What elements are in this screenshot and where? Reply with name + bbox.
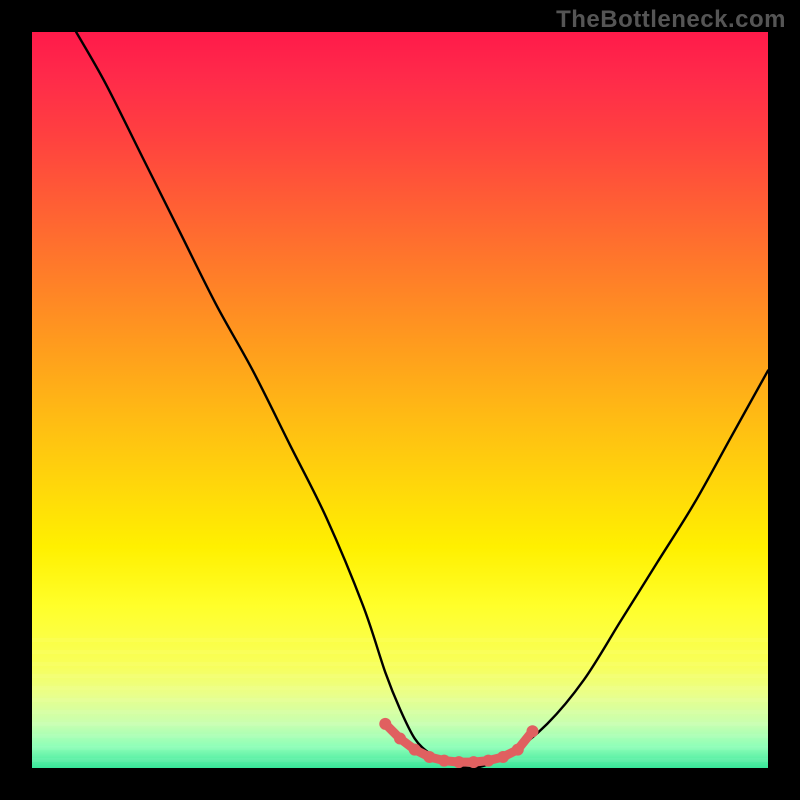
red-marker	[423, 751, 435, 763]
bottom-bands	[32, 638, 768, 768]
red-marker	[497, 751, 509, 763]
red-marker	[453, 756, 465, 768]
curve-layer	[32, 32, 768, 768]
red-marker	[394, 733, 406, 745]
plot-area	[32, 32, 768, 768]
red-marker-line	[385, 724, 532, 762]
red-marker-group	[379, 718, 538, 768]
red-marker	[438, 755, 450, 767]
red-marker	[409, 744, 421, 756]
chart-container: TheBottleneck.com	[0, 0, 800, 800]
red-marker	[482, 755, 494, 767]
red-marker	[468, 756, 480, 768]
black-curve	[76, 32, 768, 768]
red-marker	[512, 744, 524, 756]
red-marker	[379, 718, 391, 730]
red-marker	[526, 725, 538, 737]
watermark-text: TheBottleneck.com	[556, 6, 786, 34]
